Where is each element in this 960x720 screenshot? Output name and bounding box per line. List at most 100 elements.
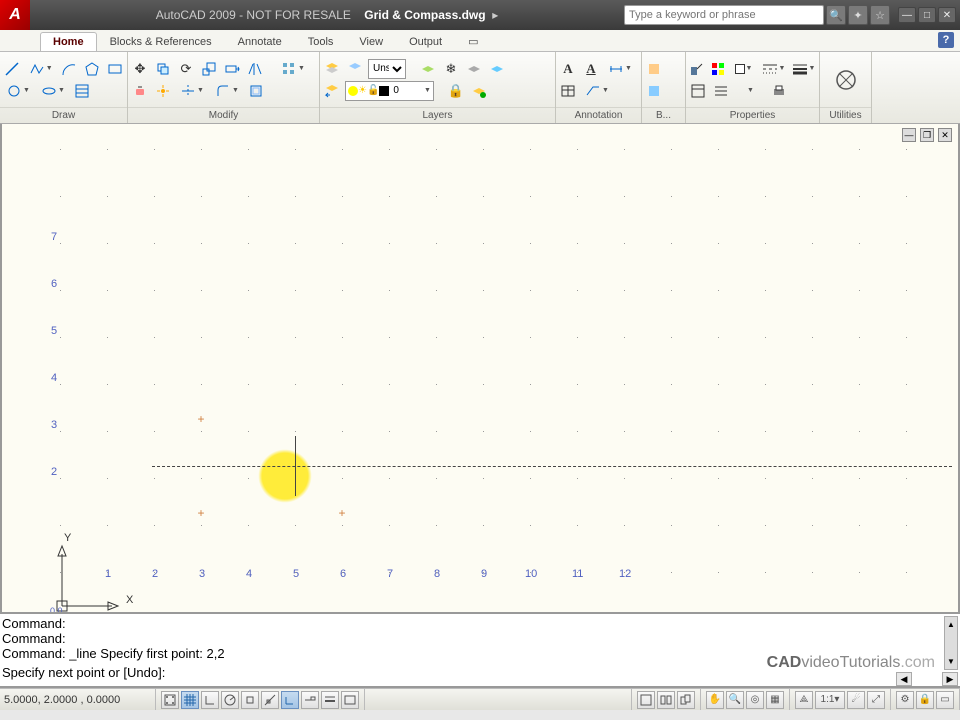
cmd-scrollbar[interactable]: ▲ ▼ — [944, 616, 958, 670]
array-tool[interactable]: ▼ — [277, 59, 309, 79]
layer-off-icon[interactable] — [464, 59, 484, 79]
pan-tool[interactable]: ✋ — [706, 691, 724, 709]
lineweight-select[interactable]: ▼ — [790, 59, 817, 79]
layer-filter-select[interactable]: Unsa — [368, 59, 406, 79]
showmotion[interactable]: ▦ — [766, 691, 784, 709]
tab-collapse[interactable]: ▭ — [455, 31, 491, 51]
plotstyle-select[interactable]: ▼ — [734, 81, 766, 101]
layer-properties-icon[interactable] — [322, 59, 342, 79]
command-window[interactable]: Command: Command: Command: _line Specify… — [0, 612, 960, 688]
ellipse-tool[interactable]: ▼ — [37, 81, 69, 101]
tab-output[interactable]: Output — [396, 32, 455, 51]
grid-toggle[interactable] — [181, 691, 199, 709]
tab-annotate[interactable]: Annotate — [225, 32, 295, 51]
layer-freeze-icon[interactable]: ❄ — [441, 59, 461, 79]
search-go-icon[interactable]: 🔍 — [826, 5, 846, 25]
layer-states-icon[interactable] — [345, 59, 365, 79]
offset-tool[interactable] — [246, 81, 266, 101]
polar-toggle[interactable] — [221, 691, 239, 709]
steering-wheel[interactable]: ◎ — [746, 691, 764, 709]
match-properties-icon[interactable] — [688, 59, 706, 79]
anno-autoscale[interactable]: ⤢ — [867, 691, 885, 709]
layer-match-icon[interactable] — [487, 59, 507, 79]
utilities-measure-icon[interactable] — [829, 65, 863, 95]
status-view-controls — [632, 689, 701, 710]
status-coords[interactable]: 5.0000, 2.0000 , 0.0000 — [0, 689, 156, 710]
tab-view[interactable]: View — [346, 32, 396, 51]
layer-lock-icon[interactable]: 🔒 — [446, 81, 466, 101]
insert-block-icon[interactable] — [644, 59, 664, 79]
properties-palette-icon[interactable] — [688, 81, 708, 101]
fillet-tool[interactable]: ▼ — [211, 81, 243, 101]
maximize-button[interactable]: □ — [918, 7, 936, 23]
ducs-toggle[interactable] — [281, 691, 299, 709]
zoom-tool[interactable]: 🔍 — [726, 691, 744, 709]
color-select[interactable] — [709, 59, 727, 79]
infocenter-icon[interactable]: ✦ — [848, 5, 868, 25]
tab-home[interactable]: Home — [40, 32, 97, 51]
app-logo[interactable]: A — [0, 0, 30, 30]
polyline-tool[interactable]: ▼ — [25, 59, 57, 79]
explode-tool[interactable] — [153, 81, 173, 101]
quick-view-drawings[interactable] — [677, 691, 695, 709]
quick-view-layouts[interactable] — [657, 691, 675, 709]
minimize-button[interactable]: — — [898, 7, 916, 23]
layer-current-select[interactable]: ☀ 🔓 0 ▼ — [345, 81, 434, 101]
linetype-select[interactable]: ▼ — [760, 59, 787, 79]
mirror-tool[interactable] — [245, 59, 265, 79]
cmd-scroll-right[interactable]: ▶ — [942, 672, 958, 686]
arc-tool[interactable] — [60, 59, 80, 79]
close-button[interactable]: ✕ — [938, 7, 956, 23]
layer-current-name: 0 — [389, 85, 423, 96]
print-icon[interactable] — [769, 81, 789, 101]
text-tool[interactable]: A — [558, 59, 578, 79]
tab-blocks[interactable]: Blocks & References — [97, 32, 225, 51]
model-space-toggle[interactable] — [637, 691, 655, 709]
toolbar-lock[interactable]: 🔒 — [916, 691, 934, 709]
status-drafting-toggles — [156, 689, 365, 710]
create-block-icon[interactable] — [644, 81, 664, 101]
bylayer-color[interactable]: ▼ — [730, 59, 757, 79]
drawing-area[interactable]: — ❐ ✕ 2 3 4 5 6 7 1 2 3 4 5 6 7 8 9 10 1… — [0, 124, 960, 612]
qp-toggle[interactable] — [341, 691, 359, 709]
lwt-toggle[interactable] — [321, 691, 339, 709]
osnap-toggle[interactable] — [241, 691, 259, 709]
search-input[interactable] — [624, 5, 824, 25]
circle-tool[interactable]: ▼ — [2, 81, 34, 101]
dyn-toggle[interactable] — [301, 691, 319, 709]
erase-tool[interactable] — [130, 81, 150, 101]
layer-prev-icon[interactable] — [322, 81, 342, 101]
anno-scale-value[interactable]: 1:1▾ — [815, 691, 845, 709]
anno-visibility[interactable]: ☄ — [847, 691, 865, 709]
rotate-tool[interactable]: ⟳ — [176, 59, 196, 79]
rectangle-tool[interactable] — [105, 59, 125, 79]
help-icon[interactable]: ? — [938, 32, 954, 48]
layer-make-current-icon[interactable] — [469, 81, 489, 101]
panel-utilities-label: Utilities — [820, 107, 871, 123]
panel-block-label: B... — [642, 107, 685, 123]
trim-tool[interactable]: ▼ — [176, 81, 208, 101]
dimension-tool[interactable]: ▼ — [604, 59, 636, 79]
table-tool[interactable] — [558, 81, 578, 101]
ucs-icon: Y X 0,0 — [54, 534, 114, 604]
hatch-tool[interactable] — [72, 81, 92, 101]
list-icon[interactable] — [711, 81, 731, 101]
mtext-tool[interactable]: A — [581, 59, 601, 79]
line-tool[interactable] — [2, 59, 22, 79]
stretch-tool[interactable] — [222, 59, 242, 79]
move-tool[interactable]: ✥ — [130, 59, 150, 79]
workspace-switch[interactable]: ⚙ — [896, 691, 914, 709]
cmd-scroll-left[interactable]: ◀ — [896, 672, 912, 686]
copy-tool[interactable] — [153, 59, 173, 79]
ortho-toggle[interactable] — [201, 691, 219, 709]
anno-scale-icon[interactable]: ⟁ — [795, 691, 813, 709]
snap-toggle[interactable] — [161, 691, 179, 709]
layer-iso-icon[interactable] — [418, 59, 438, 79]
otrack-toggle[interactable] — [261, 691, 279, 709]
clean-screen[interactable]: ▭ — [936, 691, 954, 709]
leader-tool[interactable]: ▼ — [581, 81, 613, 101]
favorites-icon[interactable]: ☆ — [870, 5, 890, 25]
scale-tool[interactable] — [199, 59, 219, 79]
tab-tools[interactable]: Tools — [295, 32, 347, 51]
polygon-tool[interactable] — [82, 59, 102, 79]
